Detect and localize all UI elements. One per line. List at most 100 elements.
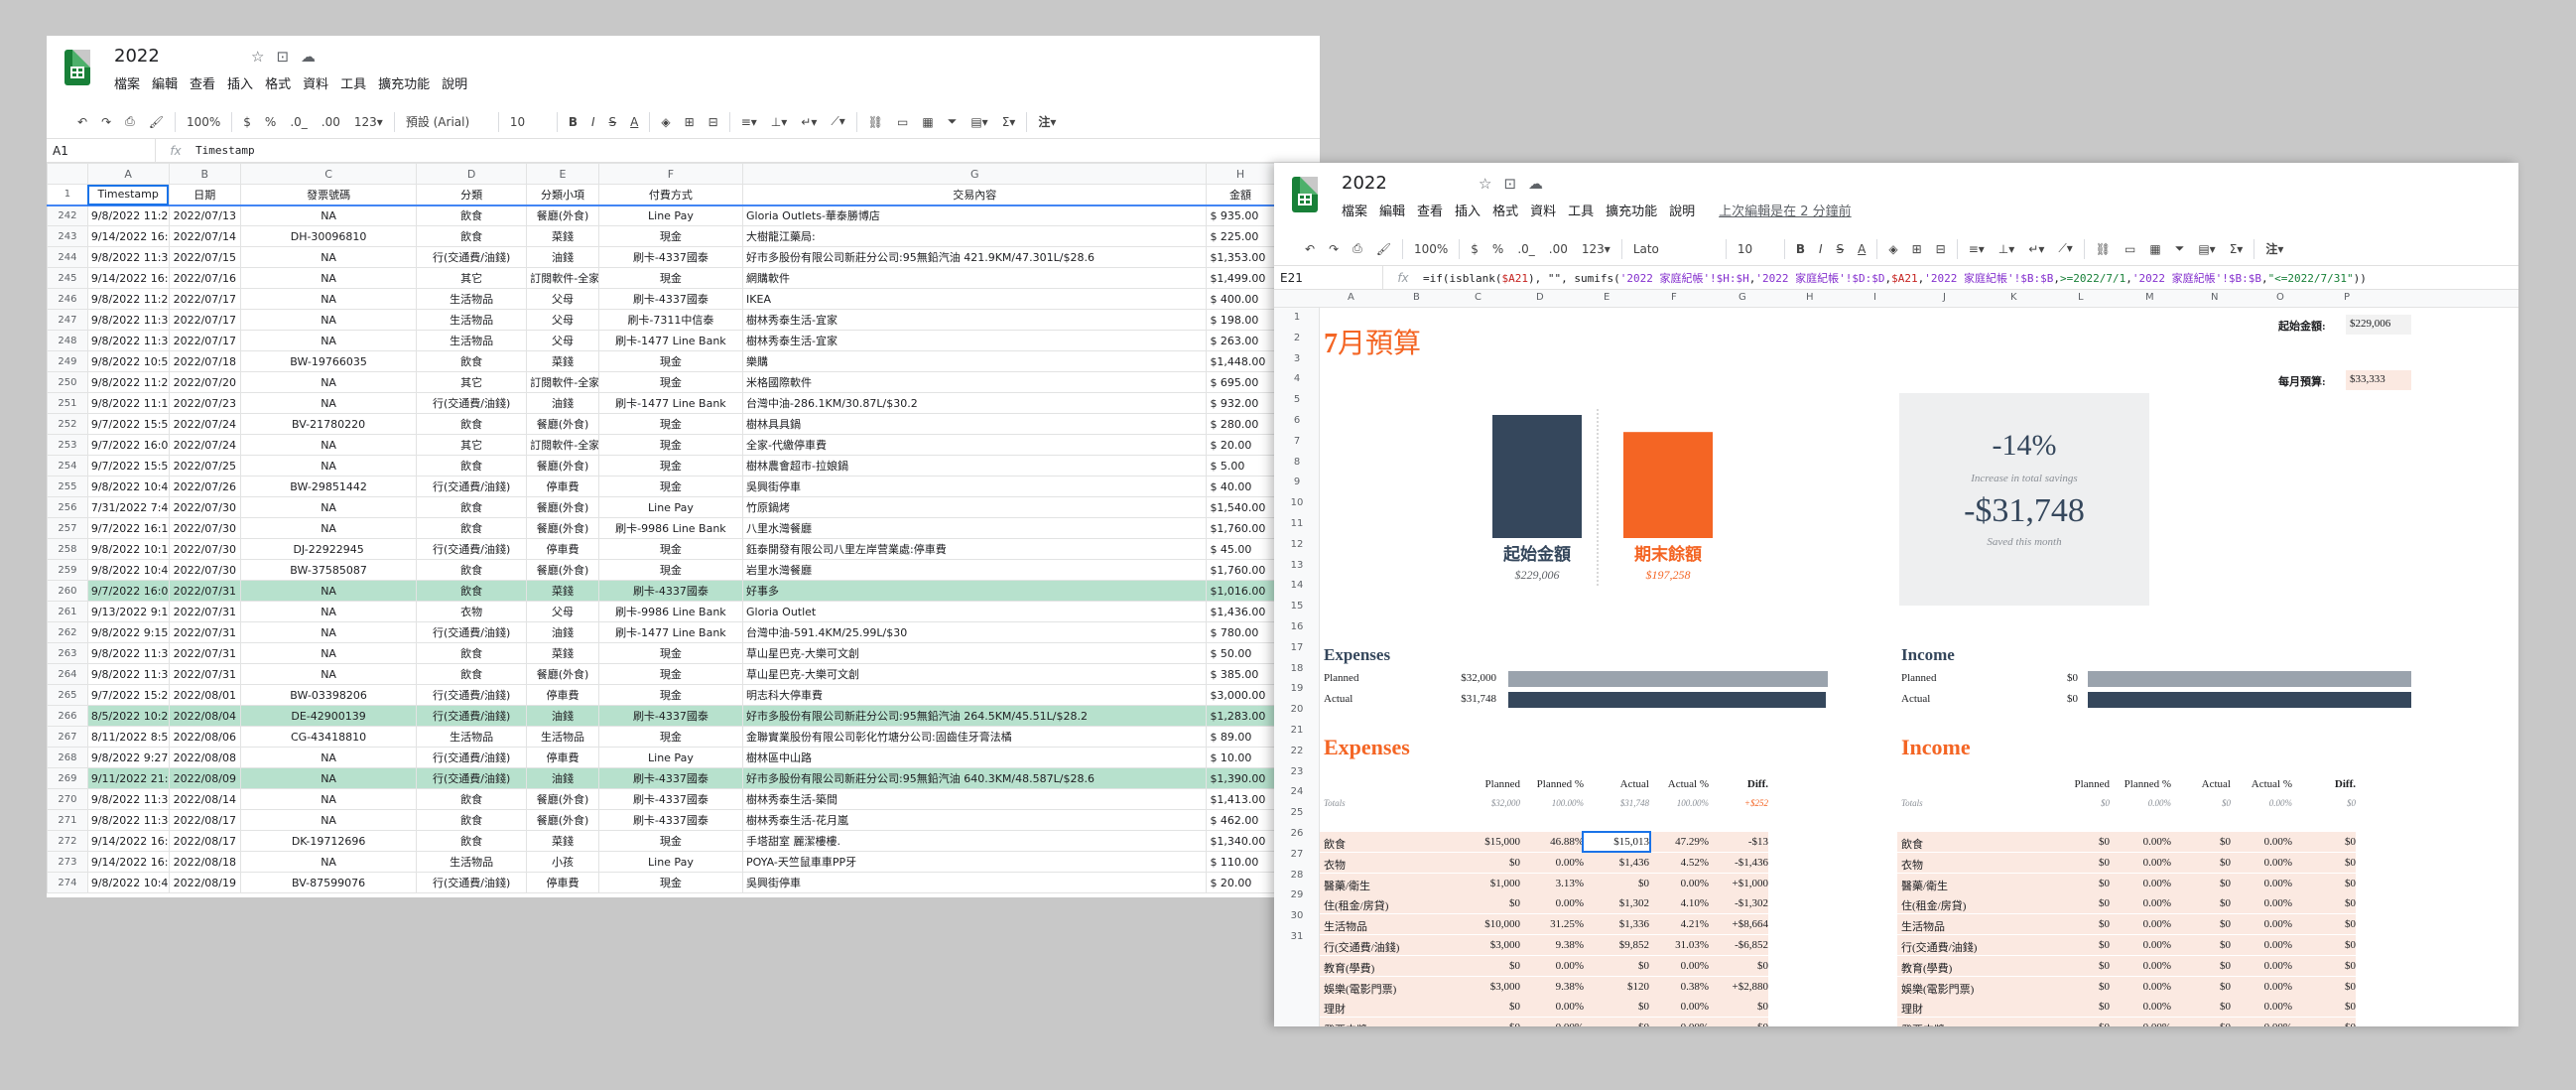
cell[interactable]: 飲食 — [416, 788, 528, 810]
inc-cell[interactable]: 0.00% — [2231, 878, 2292, 889]
row-number[interactable]: 14 — [1274, 580, 1320, 591]
cell[interactable]: Gloria Outlet — [742, 601, 1208, 622]
italic-icon[interactable]: I — [1812, 242, 1830, 256]
cell[interactable]: 現金 — [597, 371, 744, 393]
header-cell[interactable]: 交易內容 — [742, 184, 1208, 206]
row-number[interactable]: 251 — [47, 392, 88, 414]
exp-cell[interactable]: 47.29% — [1649, 836, 1709, 848]
cell[interactable]: 2022/08/06 — [168, 726, 242, 748]
menu-item-2[interactable]: 查看 — [1417, 201, 1443, 219]
currency-format-button[interactable]: $ — [236, 115, 258, 129]
cell[interactable]: 油錢 — [526, 705, 599, 727]
exp-cell[interactable]: -$1,436 — [1709, 857, 1768, 869]
cell[interactable]: 2022/07/30 — [168, 496, 242, 518]
exp-cell[interactable]: 0.00% — [1520, 1022, 1584, 1026]
cell[interactable]: 好市多股份有限公司新莊分公司:95無鉛汽油 421.9KM/47.301L/$2… — [742, 246, 1208, 268]
cell[interactable]: 現金 — [597, 225, 744, 247]
cell[interactable]: $ 198.00 — [1206, 309, 1275, 331]
column-header[interactable]: P — [2344, 292, 2350, 303]
cell[interactable]: 2022/07/13 — [168, 204, 242, 226]
cell[interactable]: $ 225.00 — [1206, 225, 1275, 247]
row-number[interactable]: 242 — [47, 204, 88, 226]
cell[interactable]: 2022/07/24 — [168, 413, 242, 435]
cell[interactable]: 停車費 — [526, 747, 599, 768]
header-cell[interactable]: 分類小項 — [526, 184, 599, 206]
cell[interactable]: 2022/08/01 — [168, 684, 242, 706]
cell[interactable]: $1,390.00 — [1206, 767, 1275, 789]
cell[interactable]: 現金 — [597, 684, 744, 706]
cell[interactable]: 2022/07/30 — [168, 559, 242, 581]
insert-chart-icon[interactable]: ▦ — [2142, 242, 2167, 256]
cell[interactable]: $ 932.00 — [1206, 392, 1275, 414]
inc-cell[interactable]: 0.00% — [2231, 960, 2292, 972]
cell[interactable]: 9/8/2022 9:27:07 — [86, 747, 170, 768]
exp-cell[interactable]: $9,852 — [1584, 939, 1649, 951]
cell[interactable]: NA — [240, 809, 418, 831]
exp-cell[interactable]: $0 — [1709, 960, 1768, 972]
cell[interactable]: 父母 — [526, 288, 599, 310]
cell[interactable]: 生活物品 — [416, 851, 528, 873]
cell[interactable]: NA — [240, 392, 418, 414]
row-number[interactable]: 29 — [1274, 889, 1320, 900]
merge-cells-icon[interactable]: ⊟ — [702, 115, 725, 129]
cell[interactable]: 其它 — [416, 267, 528, 289]
horizontal-align-icon[interactable]: ≡▾ — [734, 115, 764, 129]
row-number[interactable]: 259 — [47, 559, 88, 581]
row-number[interactable]: 257 — [47, 517, 88, 539]
name-box[interactable]: A1 — [47, 139, 156, 162]
exp-cell[interactable]: +$1,000 — [1709, 878, 1768, 889]
cell[interactable]: BW-37585087 — [240, 559, 418, 581]
row-number[interactable]: 255 — [47, 476, 88, 497]
cell[interactable]: DH-30096810 — [240, 225, 418, 247]
cell[interactable]: 岩里水灣餐廳 — [742, 559, 1208, 581]
cell[interactable]: Line Pay — [597, 851, 744, 873]
cell[interactable]: Gloria Outlets-華泰勝博店 — [742, 204, 1208, 226]
increase-decimal-button[interactable]: .00 — [315, 115, 347, 129]
cell[interactable]: 生活物品 — [416, 330, 528, 351]
cell[interactable]: NA — [240, 371, 418, 393]
row-number[interactable]: 19 — [1274, 683, 1320, 694]
cell[interactable]: 行(交通費/油錢) — [416, 705, 528, 727]
font-size-select[interactable]: 10 — [1731, 242, 1780, 256]
exp-cell[interactable]: $0 — [1709, 1022, 1768, 1026]
menu-item-2[interactable]: 查看 — [190, 73, 215, 92]
insert-link-icon[interactable]: ⛓ — [861, 115, 890, 129]
row-number[interactable]: 23 — [1274, 766, 1320, 777]
cell[interactable]: 好市多股份有限公司新莊分公司:95無鉛汽油 640.3KM/48.587L/$2… — [742, 767, 1208, 789]
cell[interactable]: $ 400.00 — [1206, 288, 1275, 310]
cell[interactable]: NA — [240, 663, 418, 685]
exp-cell[interactable]: 4.10% — [1649, 897, 1709, 909]
strikethrough-icon[interactable]: S — [1830, 242, 1852, 256]
cell[interactable]: 樹林農會超市-拉娘鍋 — [742, 455, 1208, 477]
header-cell[interactable]: Timestamp — [86, 184, 170, 206]
cell[interactable]: 父母 — [526, 330, 599, 351]
text-wrap-icon[interactable]: ↵▾ — [2021, 242, 2051, 256]
cell[interactable]: NA — [240, 204, 418, 226]
inc-category[interactable]: 生活物品 — [1901, 918, 1945, 934]
inc-cell[interactable]: $0 — [2171, 981, 2231, 993]
row-number[interactable]: 24 — [1274, 786, 1320, 797]
cell[interactable]: NA — [240, 246, 418, 268]
cell[interactable]: 金聯實業股份有限公司彰化竹塘分公司:固齒佳牙膏法橘 — [742, 726, 1208, 748]
inc-cell[interactable]: $0 — [2292, 836, 2356, 848]
cell[interactable]: 網購軟件 — [742, 267, 1208, 289]
cell[interactable]: 飲食 — [416, 580, 528, 602]
menu-item-1[interactable]: 編輯 — [152, 73, 178, 92]
menu-item-5[interactable]: 資料 — [303, 73, 328, 92]
cell[interactable]: 2022/07/24 — [168, 434, 242, 456]
strikethrough-icon[interactable]: S — [602, 115, 624, 129]
cell[interactable]: 9/8/2022 11:29:43 — [86, 288, 170, 310]
filter-icon[interactable]: ⏷ — [941, 114, 965, 129]
cell[interactable]: 飲食 — [416, 350, 528, 372]
row-number[interactable]: 3 — [1274, 353, 1320, 364]
cell[interactable]: BW-19766035 — [240, 350, 418, 372]
cell[interactable]: $ 20.00 — [1206, 872, 1275, 893]
column-header[interactable]: H — [1206, 163, 1275, 185]
inc-cell[interactable]: $0 — [2050, 960, 2110, 972]
exp-cell[interactable]: $1,336 — [1584, 918, 1649, 930]
cell[interactable]: 飲食 — [416, 517, 528, 539]
cell[interactable]: $ 385.00 — [1206, 663, 1275, 685]
cell[interactable]: 9/11/2022 21:31:22 — [86, 767, 170, 789]
cell[interactable]: 菜錢 — [526, 225, 599, 247]
cell[interactable]: $ 50.00 — [1206, 642, 1275, 664]
